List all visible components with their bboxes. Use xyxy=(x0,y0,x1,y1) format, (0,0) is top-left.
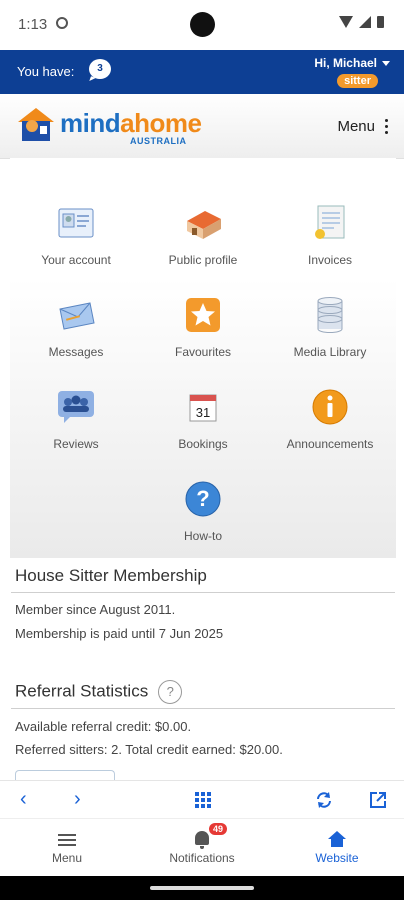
tile-label: Invoices xyxy=(307,253,353,267)
apps-grid-icon[interactable] xyxy=(195,792,211,808)
refresh-icon[interactable] xyxy=(314,790,334,810)
bottom-nav: Menu 49 Notifications Website xyxy=(0,818,404,877)
status-icons xyxy=(339,16,384,28)
open-external-icon[interactable] xyxy=(368,790,388,810)
nav-menu-label: Menu xyxy=(51,851,83,865)
dashboard-grid: Your account Public profile Invoices Mes… xyxy=(10,158,396,558)
tile-label: Favourites xyxy=(174,345,232,359)
forward-icon[interactable]: › xyxy=(74,789,81,809)
tile-bookings[interactable]: 31 Bookings xyxy=(139,387,267,477)
logo-mind: mind xyxy=(60,108,121,138)
referral-help-icon[interactable]: ? xyxy=(158,680,183,704)
calendar-day: 31 xyxy=(196,405,210,420)
tile-messages[interactable]: Messages xyxy=(12,295,140,385)
tile-reviews[interactable]: Reviews xyxy=(12,387,140,477)
tile-announcements[interactable]: Announcements xyxy=(266,387,394,477)
membership-paid-until: Membership is paid until 7 Jun 2025 xyxy=(15,626,224,641)
battery-icon xyxy=(377,16,384,28)
greeting-text: Hi, Michael xyxy=(314,56,377,70)
nav-notifications[interactable]: 49 Notifications xyxy=(147,823,257,865)
svg-text:?: ? xyxy=(196,486,209,511)
status-bar: 1:13 xyxy=(0,0,404,50)
you-have-label: You have: xyxy=(17,64,75,79)
browser-toolbar: ‹ › xyxy=(0,780,404,819)
logo-text[interactable]: mindahome xyxy=(60,108,202,139)
chevron-down-icon xyxy=(382,61,390,67)
calendar-icon: 31 xyxy=(189,394,217,422)
help-icon: ? xyxy=(185,481,221,517)
referral-earned: Referred sitters: 2. Total credit earned… xyxy=(15,742,283,757)
tile-label: Your account xyxy=(41,253,111,267)
cell-signal-icon xyxy=(359,16,371,28)
tile-label: Media Library xyxy=(293,345,367,359)
tile-media-library[interactable]: Media Library xyxy=(266,295,394,385)
tile-label: Reviews xyxy=(53,437,99,451)
role-badge: sitter xyxy=(337,74,378,88)
user-menu[interactable]: Hi, Michael xyxy=(314,56,390,70)
status-time: 1:13 xyxy=(18,16,48,33)
invoice-icon xyxy=(315,205,345,239)
id-card-icon xyxy=(58,208,94,238)
hamburger-icon xyxy=(58,834,76,846)
tile-invoices[interactable]: Invoices xyxy=(266,203,394,293)
wifi-icon xyxy=(339,16,353,28)
tile-label: Messages xyxy=(48,345,104,359)
notification-dot-icon xyxy=(56,17,68,29)
logo-home: home xyxy=(134,108,202,138)
tile-your-account[interactable]: Your account xyxy=(12,203,140,293)
tile-favourites[interactable]: Favourites xyxy=(139,295,267,385)
referral-title: Referral Statistics? xyxy=(15,680,183,704)
messages-count-icon[interactable]: 3 xyxy=(89,59,111,79)
tile-label: Bookings xyxy=(178,437,228,451)
header-menu-button[interactable]: Menu xyxy=(337,118,388,135)
header-menu-label: Menu xyxy=(337,118,375,135)
gesture-bar xyxy=(0,876,404,900)
home-indicator[interactable] xyxy=(150,886,254,890)
tile-label: Public profile xyxy=(168,253,238,267)
divider xyxy=(11,592,395,593)
site-header: mindahome AUSTRALIA Menu xyxy=(0,94,404,159)
user-topbar: You have: 3 Hi, Michael sitter xyxy=(0,50,404,94)
envelope-icon xyxy=(59,302,95,330)
camera-cutout xyxy=(190,12,215,37)
back-icon[interactable]: ‹ xyxy=(20,789,27,809)
logo-house-icon[interactable] xyxy=(14,104,58,144)
database-icon xyxy=(317,297,343,333)
tile-label: Announcements xyxy=(286,437,374,451)
tile-how-to[interactable]: ? How-to xyxy=(139,479,267,569)
nav-menu[interactable]: Menu xyxy=(12,825,122,865)
nav-website[interactable]: Website xyxy=(282,825,392,865)
referral-credit: Available referral credit: $0.00. xyxy=(15,719,192,734)
people-icon xyxy=(58,391,94,423)
member-since: Member since August 2011. xyxy=(15,602,176,617)
membership-title: House Sitter Membership xyxy=(15,566,207,585)
notifications-badge: 49 xyxy=(209,823,228,835)
star-icon xyxy=(186,298,220,332)
referral-title-text: Referral Statistics xyxy=(15,681,149,701)
info-icon xyxy=(312,389,348,425)
home-icon xyxy=(328,831,346,847)
divider xyxy=(11,708,395,709)
nav-website-label: Website xyxy=(315,851,359,865)
bell-icon xyxy=(195,831,209,849)
tile-public-profile[interactable]: Public profile xyxy=(139,203,267,293)
house-icon xyxy=(187,211,221,239)
logo-subtitle: AUSTRALIA xyxy=(130,136,187,146)
kebab-icon xyxy=(385,119,388,134)
logo-a: a xyxy=(120,108,135,138)
nav-notifications-label: Notifications xyxy=(169,851,235,865)
tile-label: How-to xyxy=(183,529,222,543)
